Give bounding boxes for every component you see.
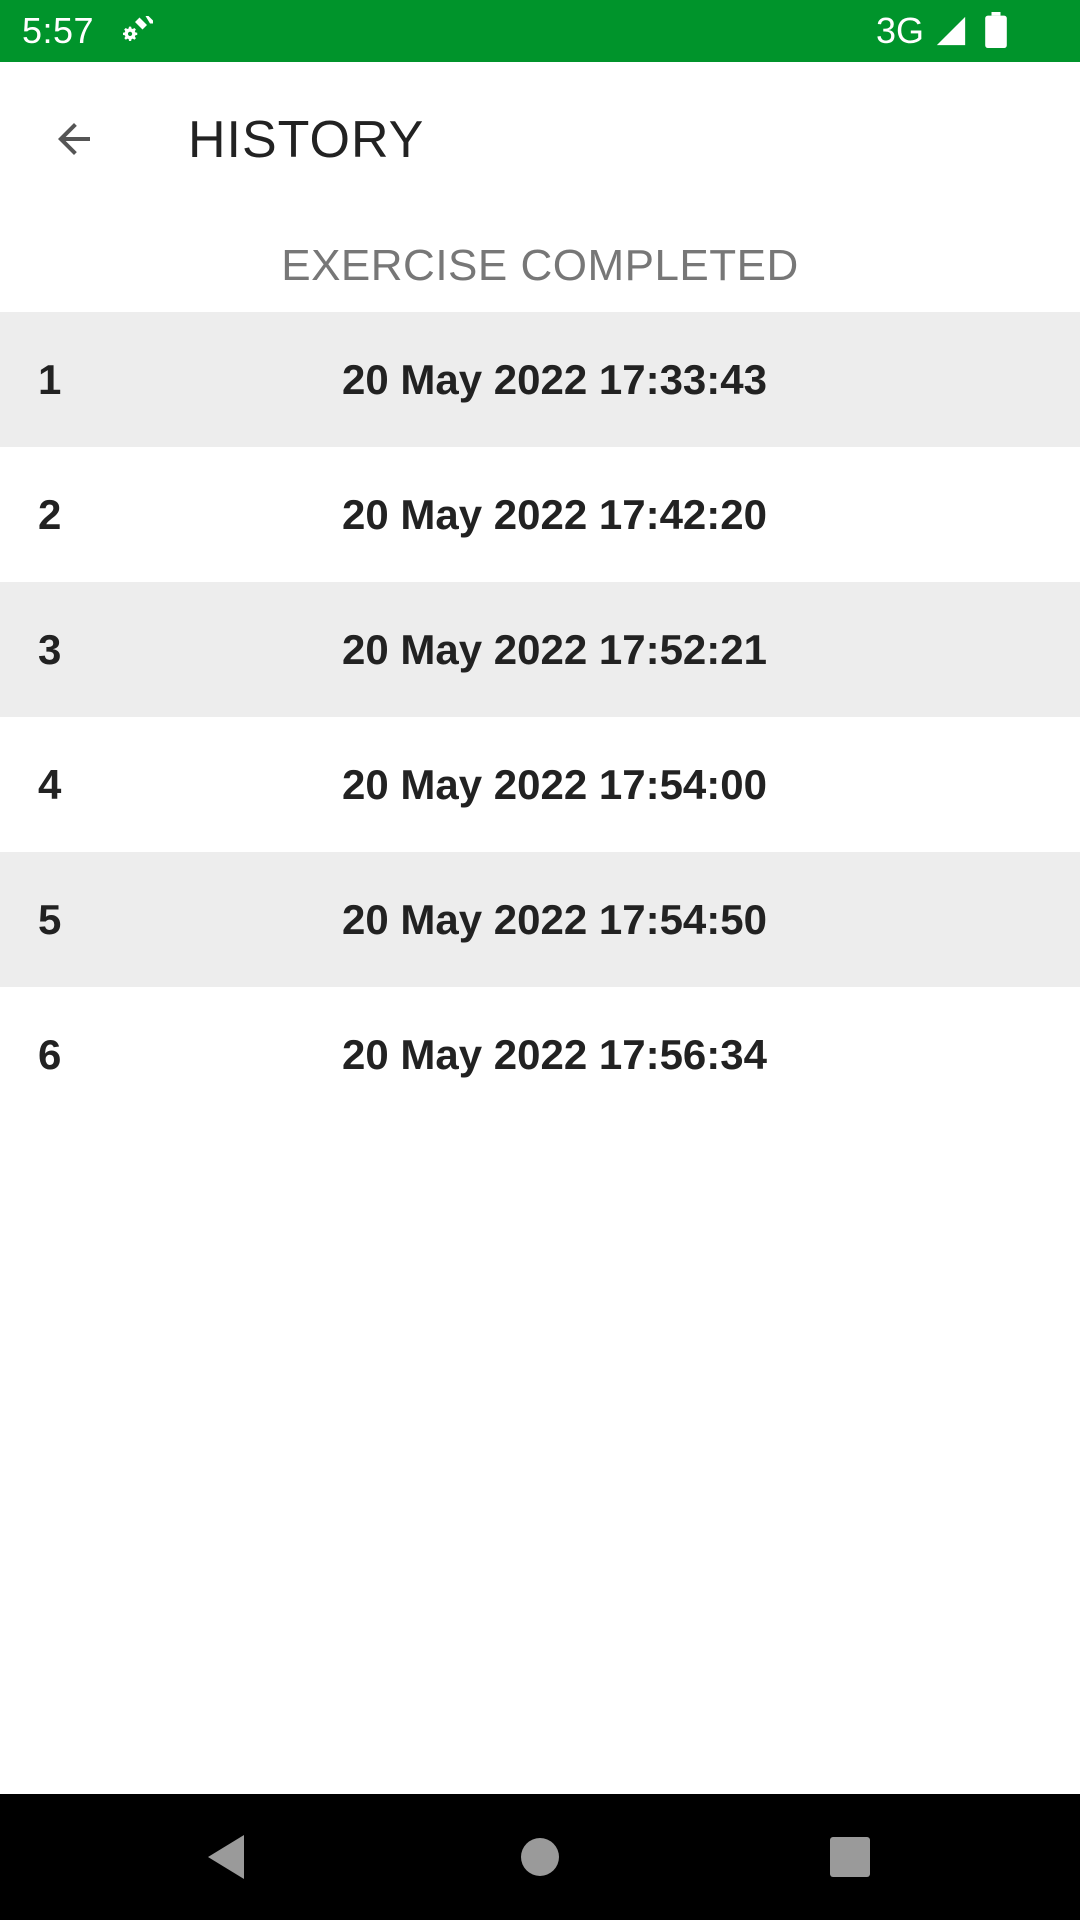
settings-gear-icon bbox=[123, 16, 153, 42]
row-date: 20 May 2022 17:52:21 bbox=[342, 626, 767, 673]
history-row[interactable]: 1 20 May 2022 17:33:43 bbox=[0, 312, 1080, 447]
battery-icon bbox=[985, 12, 1007, 48]
history-row[interactable]: 2 20 May 2022 17:42:20 bbox=[0, 447, 1080, 582]
section-header: EXERCISE COMPLETED bbox=[281, 241, 799, 290]
history-list: 1 20 May 2022 17:33:43 2 20 May 2022 17:… bbox=[0, 312, 1080, 1122]
nav-home-icon bbox=[521, 1838, 559, 1876]
row-date: 20 May 2022 17:56:34 bbox=[342, 1031, 767, 1078]
row-index: 5 bbox=[38, 896, 62, 943]
row-date: 20 May 2022 17:42:20 bbox=[342, 491, 767, 538]
nav-recents-button[interactable] bbox=[810, 1820, 890, 1894]
row-index: 3 bbox=[38, 626, 62, 673]
row-date: 20 May 2022 17:54:00 bbox=[342, 761, 767, 808]
history-row[interactable]: 4 20 May 2022 17:54:00 bbox=[0, 717, 1080, 852]
row-index: 2 bbox=[38, 491, 62, 538]
nav-home-button[interactable] bbox=[500, 1820, 580, 1894]
network-type: 3G bbox=[876, 10, 925, 51]
status-bar: 5:57 3G bbox=[0, 0, 1080, 62]
row-date: 20 May 2022 17:33:43 bbox=[342, 356, 767, 403]
row-index: 1 bbox=[38, 356, 62, 403]
history-row[interactable]: 6 20 May 2022 17:56:34 bbox=[0, 987, 1080, 1122]
navigation-bar bbox=[0, 1794, 1080, 1920]
app-bar: HISTORY bbox=[0, 62, 1080, 212]
status-time: 5:57 bbox=[22, 10, 95, 51]
page-title: HISTORY bbox=[188, 111, 425, 169]
history-row[interactable]: 5 20 May 2022 17:54:50 bbox=[0, 852, 1080, 987]
signal-icon bbox=[936, 16, 966, 46]
nav-back-icon bbox=[208, 1835, 244, 1879]
row-date: 20 May 2022 17:54:50 bbox=[342, 896, 767, 943]
nav-back-button[interactable] bbox=[186, 1820, 266, 1894]
arrow-back-icon bbox=[58, 123, 90, 155]
row-index: 6 bbox=[38, 1031, 62, 1078]
history-row[interactable]: 3 20 May 2022 17:52:21 bbox=[0, 582, 1080, 717]
screen: 5:57 3G HISTORY EXERCISE COMPLETED 1 20 … bbox=[0, 0, 1080, 1920]
row-index: 4 bbox=[38, 761, 62, 808]
back-button[interactable] bbox=[30, 102, 118, 176]
nav-recents-icon bbox=[830, 1837, 870, 1877]
